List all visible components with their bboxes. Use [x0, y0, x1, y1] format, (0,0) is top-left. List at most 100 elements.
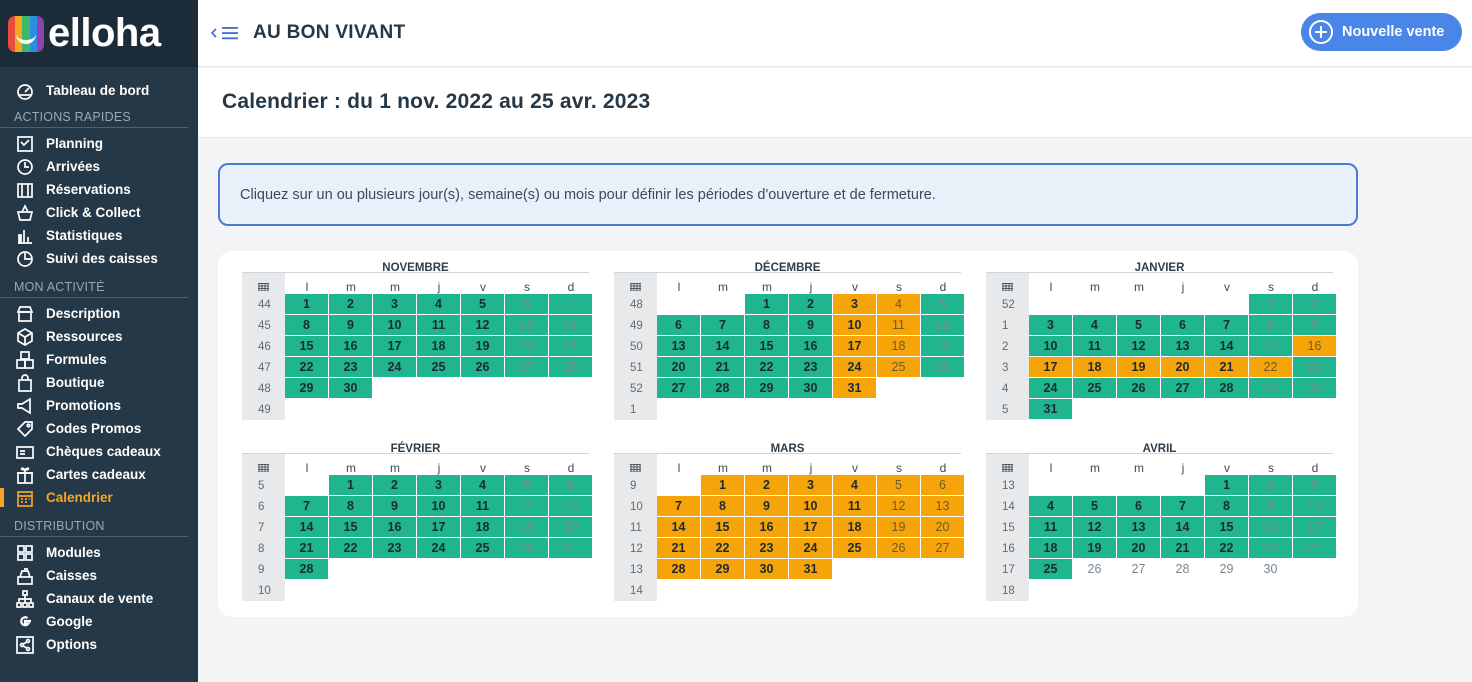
- week-number[interactable]: 15: [986, 517, 1029, 538]
- day-cell[interactable]: 12: [461, 315, 504, 335]
- day-cell[interactable]: 6: [1117, 496, 1160, 516]
- day-cell[interactable]: 31: [1029, 399, 1072, 419]
- day-cell[interactable]: 6: [505, 294, 548, 314]
- day-cell[interactable]: 5: [1073, 496, 1116, 516]
- day-cell[interactable]: 12: [1073, 517, 1116, 537]
- week-number[interactable]: 14: [986, 496, 1029, 517]
- day-cell[interactable]: 11: [833, 496, 876, 516]
- day-cell[interactable]: 18: [833, 517, 876, 537]
- day-cell[interactable]: 19: [461, 336, 504, 356]
- day-cell[interactable]: 22: [329, 538, 372, 558]
- day-cell[interactable]: 11: [877, 315, 920, 335]
- week-number[interactable]: 12: [614, 538, 657, 559]
- day-cell[interactable]: 2: [745, 475, 788, 495]
- day-cell[interactable]: 28: [1205, 378, 1248, 398]
- week-number[interactable]: 9: [614, 475, 657, 496]
- new-sale-button[interactable]: Nouvelle vente: [1301, 13, 1462, 51]
- day-cell[interactable]: 18: [1073, 357, 1116, 377]
- week-number[interactable]: 7: [242, 517, 285, 538]
- week-number[interactable]: 5: [986, 399, 1029, 420]
- sidebar-item-calendrier[interactable]: Calendrier: [0, 486, 198, 509]
- day-cell[interactable]: 16: [329, 336, 372, 356]
- day-cell[interactable]: 30: [789, 378, 832, 398]
- day-cell[interactable]: 8: [745, 315, 788, 335]
- week-number[interactable]: 13: [614, 559, 657, 580]
- month-title[interactable]: AVRIL: [986, 432, 1333, 455]
- day-cell[interactable]: 9: [329, 315, 372, 335]
- day-cell[interactable]: 23: [329, 357, 372, 377]
- sidebar-item-reservations[interactable]: Réservations: [0, 178, 198, 201]
- day-cell[interactable]: 26: [461, 357, 504, 377]
- sidebar-item-boutique[interactable]: Boutique: [0, 371, 198, 394]
- month-title[interactable]: NOVEMBRE: [242, 251, 589, 274]
- week-number[interactable]: 11: [614, 517, 657, 538]
- day-cell[interactable]: 13: [1161, 336, 1204, 356]
- day-cell[interactable]: 7: [1205, 315, 1248, 335]
- day-cell[interactable]: 8: [329, 496, 372, 516]
- week-number[interactable]: 49: [614, 315, 657, 336]
- day-cell[interactable]: 29: [745, 378, 788, 398]
- sidebar-item-statistiques[interactable]: Statistiques: [0, 224, 198, 247]
- day-cell[interactable]: 10: [373, 315, 416, 335]
- day-cell[interactable]: 14: [1205, 336, 1248, 356]
- day-cell[interactable]: 13: [505, 315, 548, 335]
- day-cell[interactable]: 1: [1205, 475, 1248, 495]
- day-cell[interactable]: 7: [285, 496, 328, 516]
- day-cell[interactable]: 12: [921, 315, 964, 335]
- day-cell[interactable]: 10: [789, 496, 832, 516]
- day-cell[interactable]: 26: [505, 538, 548, 558]
- day-cell[interactable]: 17: [833, 336, 876, 356]
- day-cell[interactable]: 8: [701, 496, 744, 516]
- day-cell[interactable]: 6: [921, 475, 964, 495]
- sidebar-item-formules[interactable]: Formules: [0, 348, 198, 371]
- week-number[interactable]: 4: [986, 378, 1029, 399]
- day-cell[interactable]: 24: [1029, 378, 1072, 398]
- day-cell[interactable]: 26: [1073, 559, 1116, 579]
- week-number[interactable]: 14: [614, 580, 657, 601]
- day-cell[interactable]: 9: [1249, 496, 1292, 516]
- week-number[interactable]: 2: [986, 336, 1029, 357]
- month-title[interactable]: MARS: [614, 432, 961, 455]
- day-cell[interactable]: 25: [833, 538, 876, 558]
- week-number[interactable]: 1: [614, 399, 657, 420]
- day-cell[interactable]: 15: [1205, 517, 1248, 537]
- day-cell[interactable]: 22: [745, 357, 788, 377]
- day-cell[interactable]: 3: [789, 475, 832, 495]
- day-cell[interactable]: 27: [921, 538, 964, 558]
- day-cell[interactable]: 14: [549, 315, 592, 335]
- day-cell[interactable]: 4: [877, 294, 920, 314]
- week-number[interactable]: 50: [614, 336, 657, 357]
- day-cell[interactable]: 5: [505, 475, 548, 495]
- day-cell[interactable]: 28: [285, 559, 328, 579]
- week-number[interactable]: 48: [242, 378, 285, 399]
- day-cell[interactable]: 2: [1293, 294, 1336, 314]
- day-cell[interactable]: 24: [373, 357, 416, 377]
- day-cell[interactable]: 1: [329, 475, 372, 495]
- day-cell[interactable]: 31: [833, 378, 876, 398]
- day-cell[interactable]: 4: [461, 475, 504, 495]
- week-number[interactable]: 3: [986, 357, 1029, 378]
- collapse-menu-button[interactable]: [211, 23, 241, 43]
- week-number[interactable]: 18: [986, 580, 1029, 601]
- day-cell[interactable]: 29: [285, 378, 328, 398]
- day-cell[interactable]: 10: [1293, 496, 1336, 516]
- day-cell[interactable]: 22: [285, 357, 328, 377]
- day-cell[interactable]: 24: [789, 538, 832, 558]
- sidebar-item-planning[interactable]: Planning: [0, 132, 198, 155]
- sidebar-item-arrivees[interactable]: Arrivées: [0, 155, 198, 178]
- day-cell[interactable]: 4: [1029, 496, 1072, 516]
- month-title[interactable]: FÉVRIER: [242, 432, 589, 455]
- day-cell[interactable]: 20: [505, 336, 548, 356]
- day-cell[interactable]: 20: [1117, 538, 1160, 558]
- week-number[interactable]: 51: [614, 357, 657, 378]
- day-cell[interactable]: 30: [745, 559, 788, 579]
- day-cell[interactable]: 8: [1249, 315, 1292, 335]
- day-cell[interactable]: 21: [701, 357, 744, 377]
- day-cell[interactable]: 26: [1117, 378, 1160, 398]
- week-number[interactable]: 6: [242, 496, 285, 517]
- day-cell[interactable]: 28: [701, 378, 744, 398]
- day-cell[interactable]: 19: [1073, 538, 1116, 558]
- day-cell[interactable]: 23: [789, 357, 832, 377]
- day-cell[interactable]: 1: [1249, 294, 1292, 314]
- day-cell[interactable]: 7: [1161, 496, 1204, 516]
